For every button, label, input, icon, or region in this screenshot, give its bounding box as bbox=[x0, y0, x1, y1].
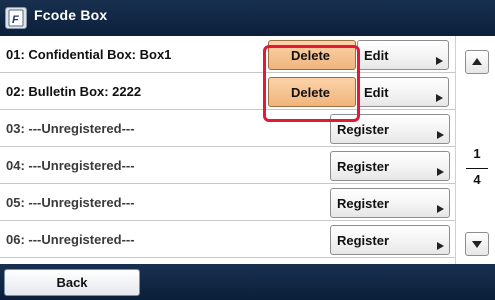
box-label: 01: Confidential Box: Box1 bbox=[6, 47, 172, 62]
page-scroller: 1 4 bbox=[455, 36, 495, 264]
arrow-right-icon bbox=[437, 131, 444, 139]
list-item: 03: ---Unregistered--- Register bbox=[0, 110, 455, 147]
back-button[interactable]: Back bbox=[4, 269, 140, 296]
scroll-down-button[interactable] bbox=[465, 232, 489, 256]
delete-highlight-frame bbox=[263, 45, 360, 122]
page-divider bbox=[466, 168, 488, 169]
list-item: 06: ---Unregistered--- Register bbox=[0, 221, 455, 258]
arrow-down-icon bbox=[472, 241, 482, 248]
edit-button[interactable]: Edit bbox=[357, 77, 449, 107]
box-label: 06: ---Unregistered--- bbox=[6, 232, 135, 247]
arrow-right-icon bbox=[437, 242, 444, 250]
edit-button[interactable]: Edit bbox=[357, 40, 449, 70]
register-button[interactable]: Register bbox=[330, 225, 450, 255]
list-item: 04: ---Unregistered--- Register bbox=[0, 147, 455, 184]
box-list: 01: Confidential Box: Box1 Delete Edit 0… bbox=[0, 36, 455, 264]
box-label: 05: ---Unregistered--- bbox=[6, 195, 135, 210]
register-button[interactable]: Register bbox=[330, 188, 450, 218]
register-button[interactable]: Register bbox=[330, 151, 450, 181]
box-label: 02: Bulletin Box: 2222 bbox=[6, 84, 142, 99]
list-item: 05: ---Unregistered--- Register bbox=[0, 184, 455, 221]
arrow-right-icon bbox=[437, 168, 444, 176]
box-label: 03: ---Unregistered--- bbox=[6, 121, 135, 136]
title-bar: F Fcode Box bbox=[0, 0, 495, 36]
list-item: 01: Confidential Box: Box1 Delete Edit bbox=[0, 36, 455, 73]
list-item: 02: Bulletin Box: 2222 Delete Edit bbox=[0, 73, 455, 110]
fcode-box-icon: F bbox=[5, 7, 27, 29]
svg-text:F: F bbox=[12, 14, 19, 26]
page-title: Fcode Box bbox=[34, 7, 108, 23]
arrow-right-icon bbox=[437, 205, 444, 213]
arrow-up-icon bbox=[472, 58, 482, 65]
arrow-right-icon bbox=[436, 94, 443, 102]
total-pages: 4 bbox=[473, 172, 481, 187]
arrow-right-icon bbox=[436, 57, 443, 65]
scroll-up-button[interactable] bbox=[465, 50, 489, 74]
box-label: 04: ---Unregistered--- bbox=[6, 158, 135, 173]
current-page: 1 bbox=[473, 146, 481, 161]
footer-bar: Back bbox=[0, 264, 495, 300]
